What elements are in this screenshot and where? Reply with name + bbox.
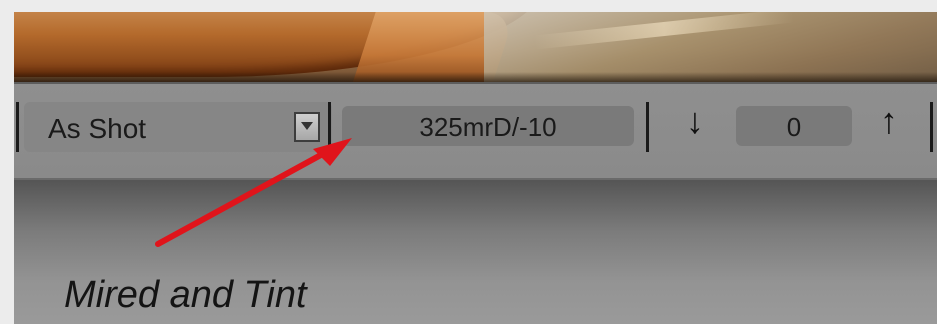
annotation-caption: Mired and Tint: [64, 274, 307, 316]
mired-tint-value: 325mrD/-10: [419, 112, 557, 142]
separator: [328, 102, 331, 152]
dropdown-arrow-icon[interactable]: [294, 112, 320, 142]
down-arrow-icon[interactable]: ↓: [686, 100, 704, 142]
separator: [930, 102, 933, 152]
lower-panel: Mired and Tint: [14, 180, 937, 324]
mired-tint-field[interactable]: 325mrD/-10: [342, 106, 634, 146]
separator: [646, 102, 649, 152]
step-field[interactable]: 0: [736, 106, 852, 146]
step-value: 0: [786, 112, 802, 142]
preset-label: As Shot: [48, 113, 147, 144]
up-arrow-icon[interactable]: ↑: [880, 100, 898, 142]
separator: [16, 102, 19, 152]
white-balance-preset-dropdown[interactable]: As Shot: [24, 102, 332, 152]
photo-preview: [14, 12, 937, 82]
white-balance-toolbar: As Shot 325mrD/-10 ↓ 0 ↑: [14, 82, 937, 180]
screenshot-frame: As Shot 325mrD/-10 ↓ 0 ↑ Mired and Tint: [14, 12, 937, 324]
